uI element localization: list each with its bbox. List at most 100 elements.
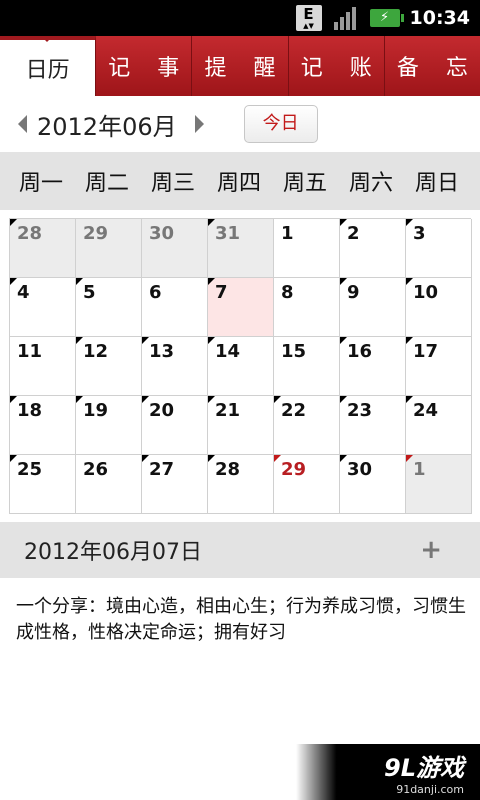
- day-number: 29: [281, 459, 307, 480]
- calendar-day-cell[interactable]: 23: [340, 396, 406, 455]
- calendar-day-cell[interactable]: 31: [208, 219, 274, 278]
- event-marker-icon: [340, 278, 347, 285]
- weekday-label: 周四: [216, 171, 261, 196]
- calendar-day-cell[interactable]: 3: [406, 219, 472, 278]
- site-watermark: 9L游戏 91danji.com: [296, 744, 480, 800]
- day-number: 10: [413, 282, 439, 303]
- add-note-plus-icon[interactable]: +: [420, 535, 442, 565]
- event-marker-icon: [208, 278, 215, 285]
- calendar-day-cell[interactable]: 16: [340, 337, 406, 396]
- day-number: 26: [83, 459, 109, 480]
- day-number: 8: [281, 282, 294, 303]
- event-marker-icon: [406, 337, 413, 344]
- calendar-day-cell[interactable]: 30: [142, 219, 208, 278]
- day-number: 5: [83, 282, 96, 303]
- next-month-arrow-icon[interactable]: [194, 115, 204, 133]
- event-marker-icon: [10, 396, 17, 403]
- day-number: 13: [149, 341, 175, 362]
- calendar-day-cell[interactable]: 14: [208, 337, 274, 396]
- tab-reminders[interactable]: 提 醒: [192, 36, 289, 96]
- day-number: 21: [215, 400, 241, 421]
- calendar-day-cell[interactable]: 19: [76, 396, 142, 455]
- event-marker-icon: [142, 396, 149, 403]
- calendar-day-cell[interactable]: 18: [10, 396, 76, 455]
- event-marker-icon: [406, 396, 413, 403]
- data-arrows-icon: ▲▼: [303, 22, 314, 30]
- calendar-day-cell[interactable]: 9: [340, 278, 406, 337]
- main-tab-bar: 日历 记 事 提 醒 记 账 备 忘: [0, 36, 480, 96]
- event-marker-icon: [340, 337, 347, 344]
- calendar-day-cell-today[interactable]: 7: [208, 278, 274, 337]
- calendar-day-cell[interactable]: 22: [274, 396, 340, 455]
- day-number: 31: [215, 223, 241, 244]
- calendar-day-cell[interactable]: 27: [142, 455, 208, 514]
- event-marker-icon: [76, 396, 83, 403]
- event-marker-icon: [208, 455, 215, 462]
- calendar-day-cell[interactable]: 1: [406, 455, 472, 514]
- calendar-day-cell[interactable]: 10: [406, 278, 472, 337]
- calendar-day-cell[interactable]: 8: [274, 278, 340, 337]
- status-bar: E ▲▼ ⚡ 10:34: [0, 0, 480, 36]
- calendar-day-cell[interactable]: 26: [76, 455, 142, 514]
- calendar-day-cell[interactable]: 15: [274, 337, 340, 396]
- calendar-day-cell[interactable]: 13: [142, 337, 208, 396]
- calendar-day-cell[interactable]: 30: [340, 455, 406, 514]
- tab-notes-label: 记 事: [108, 56, 180, 81]
- day-number: 1: [281, 223, 294, 244]
- weekday-label: 周日: [414, 171, 459, 196]
- calendar-day-cell[interactable]: 12: [76, 337, 142, 396]
- calendar-day-cell[interactable]: 21: [208, 396, 274, 455]
- day-number: 25: [17, 459, 43, 480]
- network-type-label: E: [303, 5, 314, 23]
- day-number: 20: [149, 400, 175, 421]
- watermark-logo: 9L游戏: [384, 754, 464, 782]
- weekday-label: 周一: [18, 171, 63, 196]
- day-number: 23: [347, 400, 373, 421]
- calendar-day-cell[interactable]: 17: [406, 337, 472, 396]
- calendar-day-cell[interactable]: 25: [10, 455, 76, 514]
- event-marker-icon: [406, 219, 413, 226]
- calendar-day-cell[interactable]: 28: [208, 455, 274, 514]
- calendar-day-cell[interactable]: 11: [10, 337, 76, 396]
- calendar-day-cell[interactable]: 20: [142, 396, 208, 455]
- event-marker-icon: [208, 396, 215, 403]
- calendar-day-cell[interactable]: 4: [10, 278, 76, 337]
- day-number: 27: [149, 459, 175, 480]
- calendar-day-cell[interactable]: 28: [10, 219, 76, 278]
- tab-notes[interactable]: 记 事: [96, 36, 193, 96]
- tab-accounts[interactable]: 记 账: [288, 36, 385, 96]
- calendar-day-cell[interactable]: 29: [76, 219, 142, 278]
- tab-calendar[interactable]: 日历: [0, 36, 97, 96]
- status-clock: 10:34: [409, 7, 470, 29]
- current-month-label: 2012年06月: [37, 112, 177, 141]
- event-marker-icon: [76, 337, 83, 344]
- calendar-day-cell[interactable]: 24: [406, 396, 472, 455]
- day-number: 28: [17, 223, 43, 244]
- calendar-day-cell[interactable]: 1: [274, 219, 340, 278]
- day-number: 3: [413, 223, 426, 244]
- event-marker-icon: [340, 455, 347, 462]
- event-marker-icon: [142, 337, 149, 344]
- today-button[interactable]: 今日: [243, 105, 318, 143]
- day-number: 6: [149, 282, 162, 303]
- tab-memo-label: 备 忘: [396, 56, 468, 81]
- tab-memo[interactable]: 备 忘: [384, 36, 480, 96]
- calendar-day-cell[interactable]: 29: [274, 455, 340, 514]
- tab-reminders-label: 提 醒: [204, 56, 276, 81]
- tab-calendar-label: 日历: [25, 58, 70, 83]
- calendar-day-cell[interactable]: 5: [76, 278, 142, 337]
- day-number: 1: [413, 459, 426, 480]
- calendar-day-cell[interactable]: 2: [340, 219, 406, 278]
- day-number: 12: [83, 341, 109, 362]
- weekday-header: 周一 周二 周三 周四 周五 周六 周日: [0, 152, 480, 210]
- event-marker-icon: [340, 396, 347, 403]
- event-marker-icon: [208, 219, 215, 226]
- day-number: 18: [17, 400, 43, 421]
- day-number: 16: [347, 341, 373, 362]
- day-number: 30: [347, 459, 373, 480]
- day-number: 19: [83, 400, 109, 421]
- event-marker-icon: [142, 455, 149, 462]
- day-number: 11: [17, 341, 43, 362]
- previous-month-arrow-icon[interactable]: [18, 115, 27, 133]
- calendar-day-cell[interactable]: 6: [142, 278, 208, 337]
